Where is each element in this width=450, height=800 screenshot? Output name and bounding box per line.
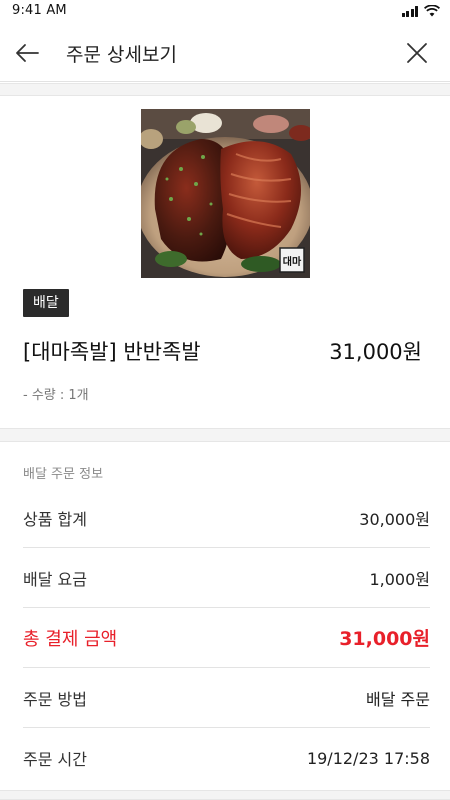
app-bar: 주문 상세보기 [0,24,450,82]
status-time: 9:41 AM [12,3,67,18]
product-price: 31,000원 [329,340,422,364]
back-button[interactable] [12,38,42,68]
info-row-value: 30,000원 [359,509,430,529]
status-bar: 9:41 AM [0,0,450,24]
close-button[interactable] [402,38,432,68]
info-row-label: 상품 합계 [23,509,87,529]
info-row-value: 19/12/23 17:58 [306,748,430,768]
info-row-value: 1,000원 [369,569,430,589]
delivery-badge: 배달 [23,289,69,317]
info-row-label: 배달 요금 [23,569,87,589]
info-row-label: 주문 시간 [23,750,87,769]
arrow-left-icon [16,44,39,62]
page-title: 주문 상세보기 [66,44,177,66]
info-row-subtotal: 상품 합계 30,000원 [23,488,430,548]
section-divider [0,790,450,800]
info-row-label: 주문 방법 [23,689,87,709]
order-info-section: 배달 주문 정보 상품 합계 30,000원 배달 요금 1,000원 총 결제… [0,442,450,790]
info-row-total: 총 결제 금액 31,000원 [23,608,430,668]
wifi-icon [424,5,440,17]
section-divider [0,428,450,442]
info-row-label: 총 결제 금액 [23,628,118,650]
info-row-value: 배달 주문 [366,689,430,709]
info-row-order-time: 주문 시간 19/12/23 17:58 [23,728,430,788]
product-image[interactable]: 대마 [141,109,310,278]
product-name: [대마족발] 반반족발 [23,340,201,364]
info-row-order-method: 주문 방법 배달 주문 [23,668,430,728]
image-logo-text: 대마 [283,255,302,268]
order-info-heading: 배달 주문 정보 [23,467,104,482]
product-quantity: - 수량 : 1개 [23,388,89,403]
status-icons [401,5,440,17]
product-section: 대마 배달 [대마족발] 반반족발 31,000원 - 수량 : 1개 [0,96,450,428]
signal-icon [401,5,418,17]
info-row-delivery-fee: 배달 요금 1,000원 [23,548,430,608]
close-icon [407,43,427,63]
info-row-value: 31,000원 [339,628,430,650]
section-divider [0,83,450,96]
